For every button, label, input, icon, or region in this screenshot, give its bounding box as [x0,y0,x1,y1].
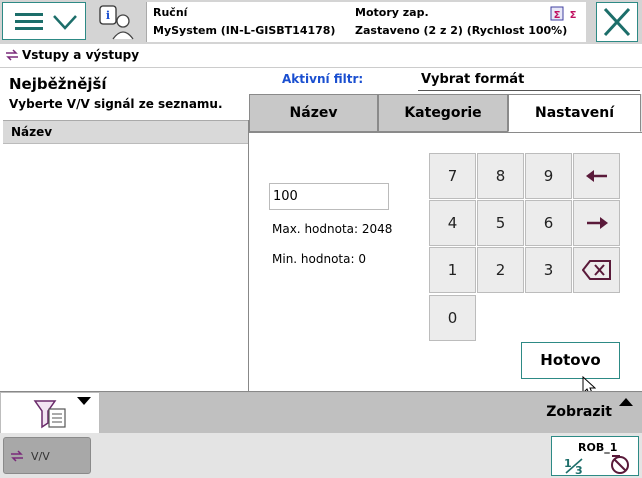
show-button[interactable]: Zobrazit [100,393,642,433]
operating-mode: Ruční [153,6,188,19]
program-state: Zastaveno (2 z 2) (Rychlost 100%) [355,24,568,37]
filter-button[interactable] [1,393,99,433]
select-format-label: Vybrat formát [421,72,525,87]
value-input[interactable] [269,183,389,210]
bottom-toolbar: Zobrazit [0,391,642,433]
svg-text:Σ: Σ [570,10,577,21]
key-9[interactable]: 9 [525,153,572,199]
backspace-key[interactable] [573,247,620,293]
chevron-down-icon [53,15,77,30]
top-bar: i Ruční MySystem (IN-L-GISBT14178) Motor… [0,0,642,44]
event-log-icon[interactable]: i [94,3,138,41]
triangle-down-icon [77,397,91,405]
status-panel[interactable]: Ruční MySystem (IN-L-GISBT14178) Motory … [146,2,586,42]
left-panel-title: Nejběžnější [9,75,107,93]
system-name: MySystem (IN-L-GISBT14178) [153,24,336,37]
close-button[interactable] [596,2,638,42]
arrow-left-icon [586,170,607,182]
key-0[interactable]: 0 [429,295,476,341]
io-icon [11,450,23,462]
key-6[interactable]: 6 [525,200,572,246]
left-panel-subtitle: Vyberte V/V signál ze seznamu. [9,97,223,111]
list-column-header[interactable]: Název [3,120,248,144]
svg-text:Σ: Σ [554,10,561,21]
quickset-robot-button[interactable]: ROB_1 1 3 [551,436,639,476]
cursor-left-key[interactable] [573,153,620,199]
page-title: Vstupy a výstupy [22,48,140,62]
key-7[interactable]: 7 [429,153,476,199]
filter-icon [33,400,66,429]
key-3[interactable]: 3 [525,247,572,293]
triangle-up-icon [619,398,633,406]
done-button[interactable]: Hotovo [521,342,620,379]
divider [418,90,640,91]
key-1[interactable]: 1 [429,247,476,293]
main-menu-button[interactable] [2,2,86,40]
taskbar: V/V ROB_1 1 3 [0,433,642,478]
taskbar-item-io[interactable]: V/V [3,437,91,474]
tab-category[interactable]: Kategorie [378,94,508,132]
key-8[interactable]: 8 [477,153,524,199]
increment-off-icon [611,455,629,474]
tab-name[interactable]: Název [249,94,378,132]
robot-status-icon: Σ Σ [550,6,577,21]
tab-settings[interactable]: Nastavení [508,94,641,132]
close-icon [603,7,631,37]
backspace-icon [582,260,611,280]
svg-text:i: i [106,9,110,22]
io-icon [6,49,18,61]
column-header-label: Název [11,125,53,139]
hamburger-icon [15,13,43,31]
svg-text:3: 3 [575,464,583,475]
filter-tabs: Název Kategorie Nastavení [249,94,642,134]
min-value-text: Min. hodnota: 0 [272,252,366,266]
cursor-right-key[interactable] [573,200,620,246]
active-filter-label: Aktivní filtr: [282,72,364,86]
motors-state: Motory zap. [355,6,429,19]
signal-list[interactable] [3,144,248,390]
key-5[interactable]: 5 [477,200,524,246]
key-4[interactable]: 4 [429,200,476,246]
taskbar-item-label: V/V [31,450,50,463]
max-value-text: Max. hodnota: 2048 [272,222,393,236]
arrow-right-icon [587,217,608,229]
breadcrumb: Vstupy a výstupy [0,44,642,68]
jog-axes-icon: 1 3 [564,457,583,475]
show-button-label: Zobrazit [546,404,612,420]
key-2[interactable]: 2 [477,247,524,293]
